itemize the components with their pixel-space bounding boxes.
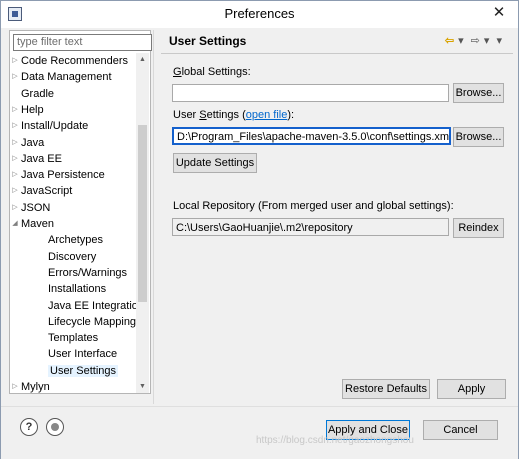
close-icon[interactable]: ✕ (490, 4, 508, 22)
reindex-button[interactable]: Reindex (453, 218, 504, 238)
filter-input[interactable]: type filter text (13, 34, 152, 51)
tree-item-label: Lifecycle Mapping (48, 315, 136, 328)
page-nav-toolbar: ⇦ ▾ ⇨ ▾ ▾ (441, 34, 502, 50)
collapse-icon[interactable]: ◢ (11, 216, 19, 232)
forward-menu-chevron-icon[interactable]: ▾ (484, 34, 490, 47)
import-export-icon[interactable] (46, 418, 64, 436)
local-repository-field: C:\Users\GaoHuanjie\.m2\repository (172, 218, 449, 236)
panel-divider[interactable] (153, 30, 154, 404)
expand-icon[interactable]: ▷ (11, 102, 19, 118)
tree-item-installations[interactable]: Installations (48, 281, 106, 297)
tree-item-java[interactable]: ▷ Java (12, 135, 45, 151)
tree-item-java-ee-integration[interactable]: Java EE Integration (48, 298, 136, 314)
tree-item-lifecycle-mapping[interactable]: Lifecycle Mapping (48, 314, 136, 330)
tree-item-json[interactable]: ▷ JSON (12, 200, 51, 216)
tree-item-label: Java EE (21, 152, 62, 165)
tree-item-gradle[interactable]: Gradle (21, 86, 54, 102)
tree-item-label: Java Persistence (21, 169, 105, 182)
preference-tree: ▷ Code Recommenders ▷ Data Management Gradle… (10, 53, 136, 393)
title-separator (161, 53, 513, 54)
user-browse-button[interactable]: Browse... (453, 127, 504, 147)
tree-item-label: Discovery (48, 250, 97, 263)
tree-item-install-update[interactable]: ▷ Install/Update (12, 118, 89, 134)
tree-item-javascript[interactable]: ▷ JavaScript (12, 183, 73, 199)
preference-tree-panel: type filter text ▷ Code Recommenders ▷ Data… (9, 30, 152, 394)
expand-icon[interactable]: ▷ (11, 200, 19, 216)
local-repository-label: Local Repository (From merged user and g… (173, 200, 454, 212)
back-arrow-icon[interactable]: ⇦ (445, 34, 454, 47)
global-settings-label: Global Settings: (173, 66, 251, 78)
tree-item-label: Mylyn (21, 381, 50, 393)
open-file-link[interactable]: open file (246, 109, 288, 121)
tree-item-mylyn[interactable]: ▷ Mylyn (12, 379, 50, 393)
scroll-down-icon[interactable]: ▼ (136, 380, 149, 393)
tree-item-label: Java (21, 136, 45, 149)
tree-item-user-settings[interactable]: User Settings (48, 363, 119, 379)
page-title: User Settings (169, 34, 247, 48)
tree-item-label: Maven (21, 218, 55, 230)
tree-item-templates[interactable]: Templates (48, 330, 98, 346)
tree-item-label: Install/Update (21, 120, 89, 133)
apply-button[interactable]: Apply (437, 379, 506, 399)
expand-icon[interactable]: ▷ (11, 183, 19, 199)
tree-item-label: Help (21, 103, 44, 116)
global-browse-button[interactable]: Browse... (453, 83, 504, 103)
tree-item-label: JavaScript (21, 185, 73, 198)
tree-item-label: JSON (21, 201, 51, 214)
back-menu-chevron-icon[interactable]: ▾ (458, 34, 464, 47)
expand-icon[interactable]: ▷ (11, 135, 19, 151)
expand-icon[interactable]: ▷ (11, 53, 19, 69)
user-settings-field[interactable]: D:\Program_Files\apache-maven-3.5.0\conf… (172, 127, 451, 145)
tree-item-label: Gradle (21, 87, 55, 100)
scroll-up-icon[interactable]: ▲ (136, 53, 149, 66)
expand-icon[interactable]: ▷ (11, 379, 19, 393)
tree-item-label: Errors/Warnings (48, 266, 128, 279)
expand-icon[interactable]: ▷ (11, 151, 19, 167)
forward-arrow-icon[interactable]: ⇨ (471, 34, 480, 47)
tree-item-label: Code Recommenders (21, 55, 128, 67)
tree-item-maven[interactable]: ◢ Maven (12, 216, 55, 232)
help-icon[interactable]: ? (20, 418, 38, 436)
scroll-thumb[interactable] (138, 125, 147, 302)
tree-item-label: Java EE Integration (48, 299, 136, 312)
cancel-button[interactable]: Cancel (423, 420, 498, 440)
tree-item-label: User Interface (48, 348, 118, 361)
user-settings-label: User Settings (open file): (173, 109, 295, 121)
tree-item-discovery[interactable]: Discovery (48, 249, 96, 265)
tree-item-code-recommenders[interactable]: ▷ Code Recommenders (12, 53, 128, 69)
tree-item-label: Data Management (21, 71, 112, 84)
tree-item-label: User Settings (48, 364, 119, 377)
window-title: Preferences (224, 6, 295, 21)
watermark: https://blog.csdn.net/gaozhongshou (256, 435, 414, 446)
preferences-window: Preferences ✕ type filter text ▷ Code Rec… (0, 0, 519, 459)
tree-item-java-ee[interactable]: ▷ Java EE (12, 151, 62, 167)
expand-icon[interactable]: ▷ (11, 167, 19, 183)
tree-scrollbar[interactable]: ▲ ▼ (136, 53, 149, 393)
view-menu-chevron-icon[interactable]: ▾ (496, 34, 502, 47)
expand-icon[interactable]: ▷ (11, 118, 19, 134)
tree-item-errors-warnings[interactable]: Errors/Warnings (48, 265, 127, 281)
restore-defaults-button[interactable]: Restore Defaults (342, 379, 430, 399)
global-settings-field[interactable] (172, 84, 449, 102)
tree-item-label: Installations (48, 283, 107, 296)
expand-icon[interactable]: ▷ (11, 69, 19, 85)
tree-item-data-management[interactable]: ▷ Data Management (12, 69, 112, 85)
tree-item-label: Templates (48, 332, 99, 345)
tree-item-java-persistence[interactable]: ▷ Java Persistence (12, 167, 105, 183)
tree-item-user-interface[interactable]: User Interface (48, 346, 117, 362)
update-settings-button[interactable]: Update Settings (173, 153, 257, 173)
tree-item-archetypes[interactable]: Archetypes (48, 232, 103, 248)
tree-item-help[interactable]: ▷ Help (12, 102, 44, 118)
title-bar: Preferences ✕ (1, 1, 518, 28)
tree-item-label: Archetypes (48, 234, 104, 247)
